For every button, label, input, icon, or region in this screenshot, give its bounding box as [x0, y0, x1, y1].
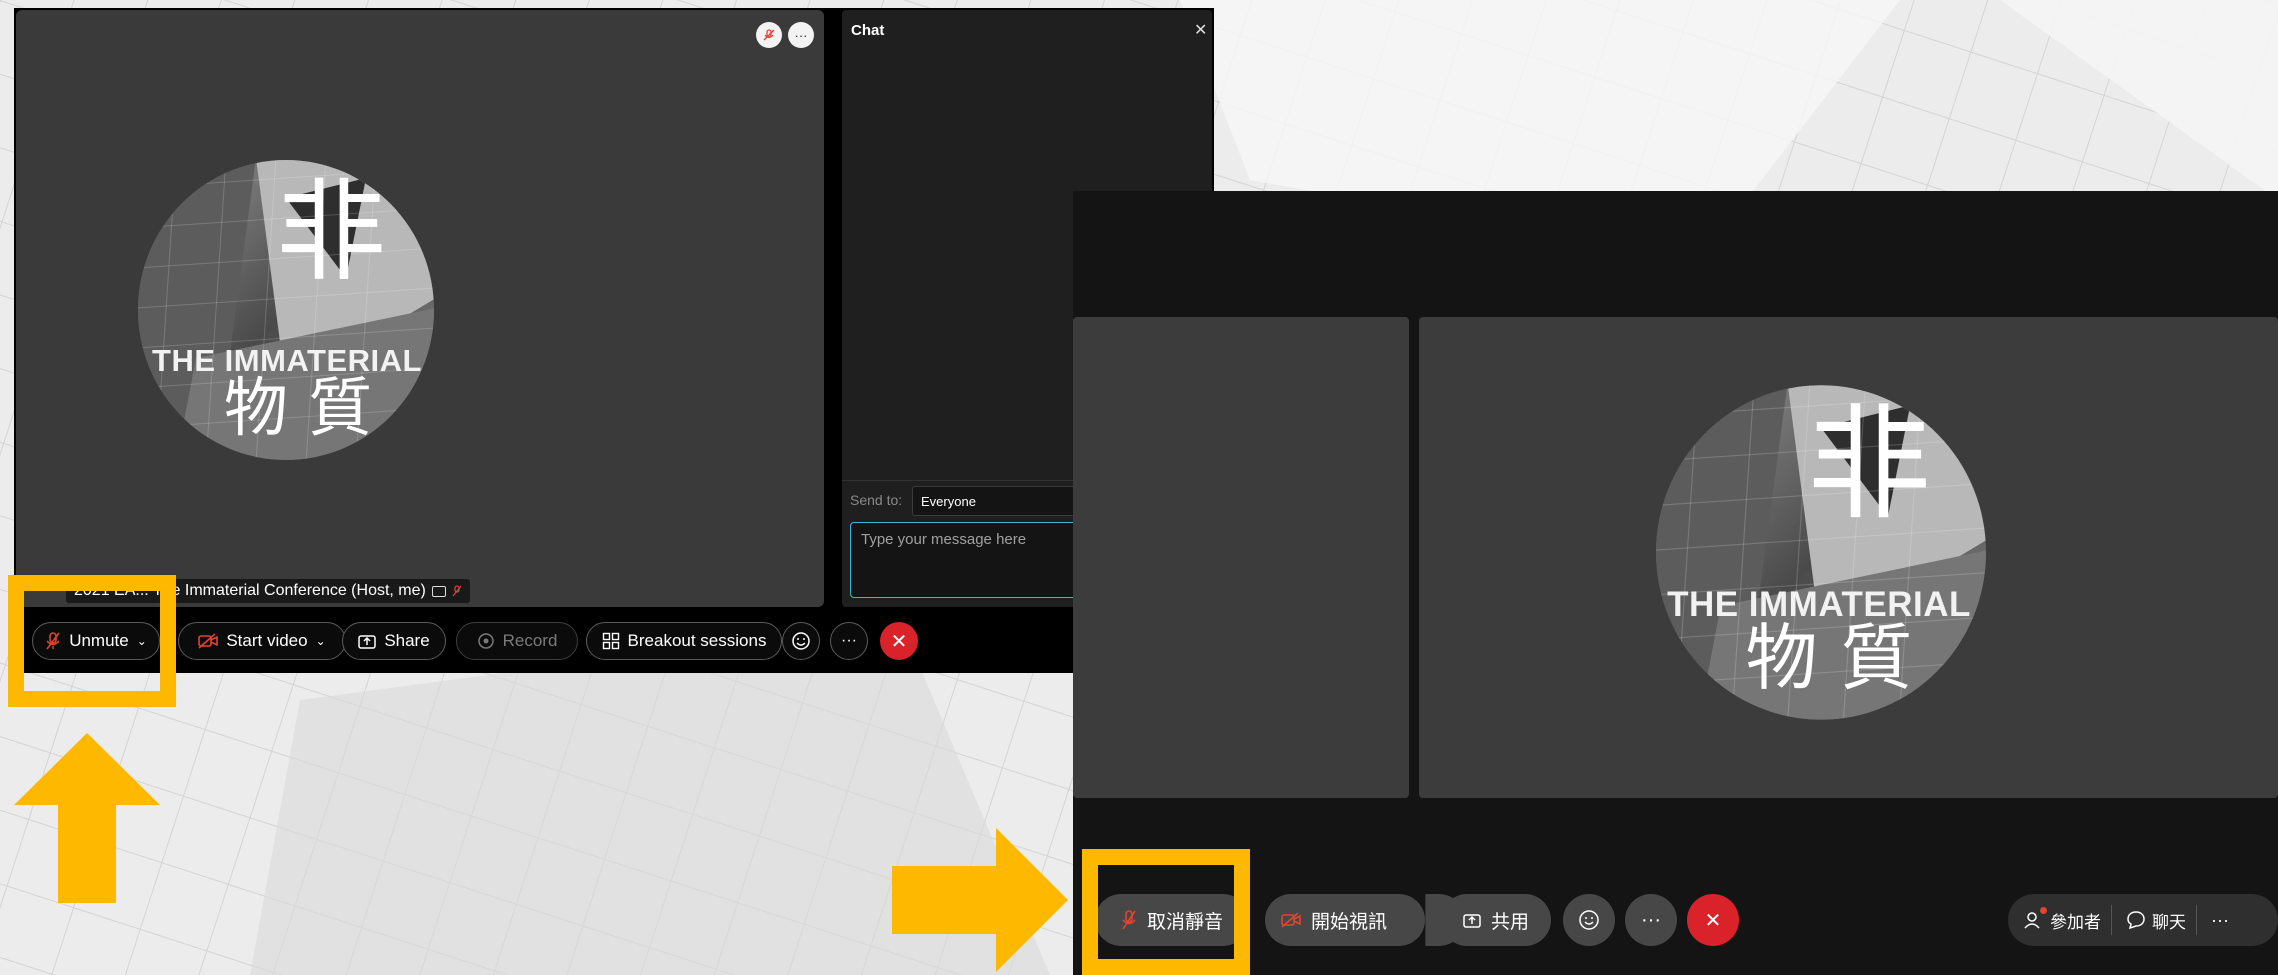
meeting-window-english: ··· 非 THE IMMATERIAL 物 質 2021 EA... The …	[14, 8, 1230, 673]
highlight-box-unmute	[8, 575, 176, 707]
highlight-box-unmute-zh	[1082, 849, 1250, 975]
share-button-zh[interactable]: 共用	[1441, 894, 1551, 946]
video-off-icon	[1281, 912, 1301, 928]
emoji-icon	[1579, 910, 1599, 930]
send-to-label: Send to:	[850, 492, 903, 508]
share-label: Share	[384, 631, 430, 650]
logo-main-char: 非	[1806, 393, 1931, 537]
chat-close-icon[interactable]: ✕	[1194, 20, 1207, 40]
participants-label-zh: 參加者	[2050, 912, 2101, 932]
share-button[interactable]: Share	[342, 622, 446, 660]
muted-mic-indicator-icon[interactable]	[756, 22, 782, 48]
breakout-icon	[602, 632, 619, 650]
video-tile-main: 非 THE IMMATERIAL 物 質	[1419, 317, 2278, 798]
close-icon: ✕	[1704, 909, 1722, 932]
share-icon	[358, 635, 377, 649]
close-icon: ✕	[890, 630, 908, 653]
reactions-button-zh[interactable]	[1563, 894, 1615, 946]
participants-button-zh[interactable]: 參加者	[2008, 905, 2112, 935]
video-tile: ··· 非 THE IMMATERIAL 物 質 2021 EA... The …	[16, 10, 824, 607]
reactions-button[interactable]	[782, 622, 820, 660]
video-off-icon	[198, 633, 219, 649]
chat-bubble-icon	[2127, 911, 2145, 930]
muted-mic-icon	[452, 585, 462, 597]
start-video-label-zh: 開始視訊	[1311, 911, 1388, 933]
chevron-down-icon[interactable]: ⌄	[316, 634, 326, 648]
emoji-icon	[792, 632, 810, 650]
notification-dot	[2040, 907, 2047, 914]
right-arrow-annotation	[892, 828, 1068, 972]
video-tile-left	[1073, 317, 1409, 798]
more-button-zh[interactable]: ···	[1625, 894, 1677, 946]
start-video-button-zh[interactable]: 開始視訊	[1265, 894, 1425, 946]
logo-main-char: 非	[276, 168, 386, 296]
share-label-zh: 共用	[1490, 911, 1529, 933]
share-icon	[1463, 914, 1481, 928]
tile-more-options-icon[interactable]: ···	[788, 22, 814, 48]
up-arrow-annotation	[14, 733, 160, 903]
end-call-button-zh[interactable]: ✕	[1687, 894, 1739, 946]
chat-label-zh: 聊天	[2152, 912, 2186, 932]
logo-sub-chars: 物 質	[1745, 616, 1913, 700]
more-button[interactable]: ···	[830, 622, 868, 660]
start-video-button[interactable]: Start video ⌄	[178, 622, 346, 660]
start-video-label: Start video	[226, 631, 308, 650]
breakout-label: Breakout sessions	[627, 631, 767, 650]
record-icon	[477, 633, 494, 649]
logo-sub-chars: 物 質	[223, 372, 373, 446]
record-label: Record	[502, 631, 558, 650]
meeting-window-chinese: 非 THE IMMATERIAL 物 質 取消靜音 開始視訊 ⌄ 共用 ··· …	[1073, 191, 2278, 975]
chat-button-zh[interactable]: 聊天	[2112, 905, 2197, 935]
breakout-sessions-button[interactable]: Breakout sessions	[586, 622, 782, 660]
end-call-button[interactable]: ✕	[880, 622, 918, 660]
record-button[interactable]: Record	[456, 622, 578, 660]
send-to-value: Everyone	[921, 493, 976, 509]
chat-title: Chat	[851, 22, 885, 39]
right-toolbar-group: 參加者 聊天 ···	[2008, 894, 2278, 946]
overflow-menu-button-zh[interactable]: ···	[2197, 910, 2243, 931]
screen-share-icon	[431, 585, 446, 597]
